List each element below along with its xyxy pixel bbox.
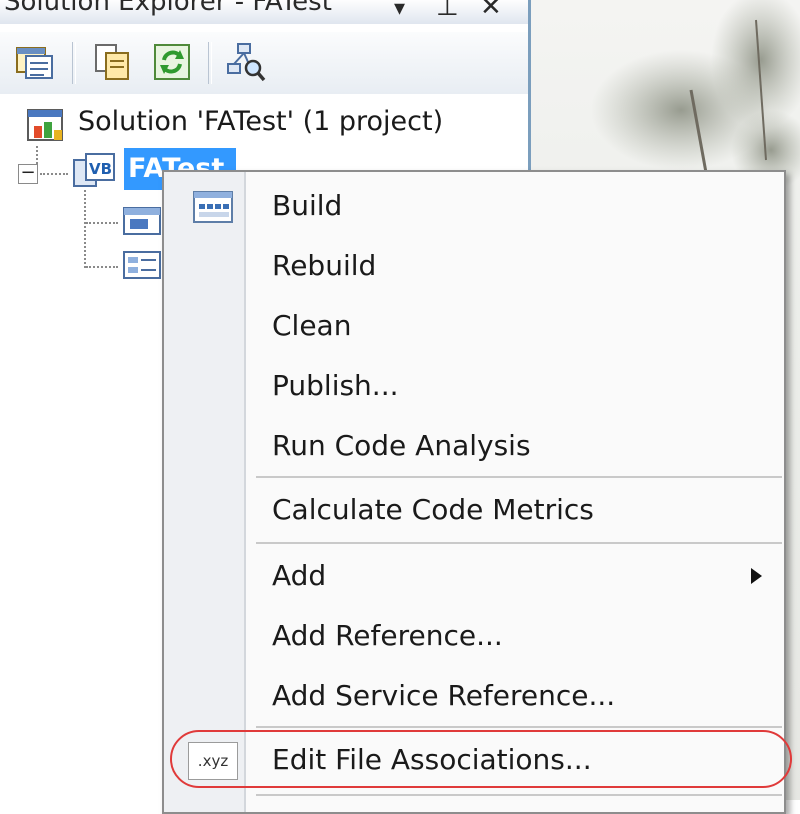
menu-item-label: Clean [272, 309, 352, 342]
menu-item-publish[interactable]: Publish... [166, 356, 782, 416]
auto-hide-pin-icon[interactable]: ⊥ [436, 0, 459, 20]
menu-item-label: Run Code Analysis [272, 429, 531, 462]
menu-item-edit-file-associations[interactable]: .xyz Edit File Associations... [166, 730, 782, 790]
menu-item-add[interactable]: Add [166, 546, 782, 606]
menu-separator [256, 542, 782, 544]
menu-item-label: Publish... [272, 369, 399, 402]
menu-item-clean[interactable]: Clean [166, 296, 782, 356]
pane-title: Solution Explorer - FATest [4, 0, 332, 17]
refresh-icon[interactable] [152, 42, 192, 82]
tree-line [40, 173, 68, 175]
my-project-icon[interactable] [122, 204, 162, 238]
file-extension-icon: .xyz [188, 742, 238, 780]
tree-line [84, 190, 86, 268]
menu-item-label: Build [272, 189, 343, 222]
close-icon[interactable]: ✕ [480, 0, 502, 20]
menu-item-label: Add [272, 559, 327, 592]
toolbar-separator [72, 42, 76, 84]
form-file-icon[interactable] [122, 248, 162, 282]
show-all-files-icon[interactable] [92, 42, 132, 82]
menu-separator [256, 726, 782, 728]
menu-item-label: Rebuild [272, 249, 377, 282]
submenu-arrow-icon [751, 568, 762, 584]
menu-separator [256, 476, 782, 478]
menu-item-add-service-reference[interactable]: Add Service Reference... [166, 666, 782, 726]
solution-node-label[interactable]: Solution 'FATest' (1 project) [78, 106, 443, 137]
solution-icon [27, 109, 63, 141]
menu-item-add-reference[interactable]: Add Reference... [166, 606, 782, 666]
menu-separator [256, 794, 782, 796]
menu-item-label: Add Service Reference... [272, 679, 616, 712]
menu-item-label: Edit File Associations... [272, 743, 592, 776]
menu-item-build[interactable]: Build [166, 176, 782, 236]
pane-title-bar: Solution Explorer - FATest ▾ ⊥ ✕ [0, 0, 528, 24]
view-class-diagram-icon[interactable] [226, 42, 266, 82]
tree-line [86, 266, 118, 268]
menu-item-calculate-code-metrics[interactable]: Calculate Code Metrics [166, 480, 782, 540]
properties-icon[interactable] [14, 42, 54, 82]
menu-item-rebuild[interactable]: Rebuild [166, 236, 782, 296]
project-context-menu: Build Rebuild Clean Publish... Run Code … [162, 170, 786, 814]
tree-line [86, 222, 118, 224]
window-position-dropdown-icon[interactable]: ▾ [394, 0, 405, 20]
menu-item-run-code-analysis[interactable]: Run Code Analysis [166, 416, 782, 476]
build-icon [193, 191, 233, 223]
menu-item-label: Add Reference... [272, 619, 503, 652]
pane-toolbar [0, 32, 528, 94]
collapse-expander-icon[interactable]: − [18, 164, 38, 184]
menu-item-label: Calculate Code Metrics [272, 493, 594, 526]
vb-project-icon: VB [73, 153, 115, 187]
svg-text:VB: VB [89, 160, 112, 178]
toolbar-separator [208, 42, 212, 84]
